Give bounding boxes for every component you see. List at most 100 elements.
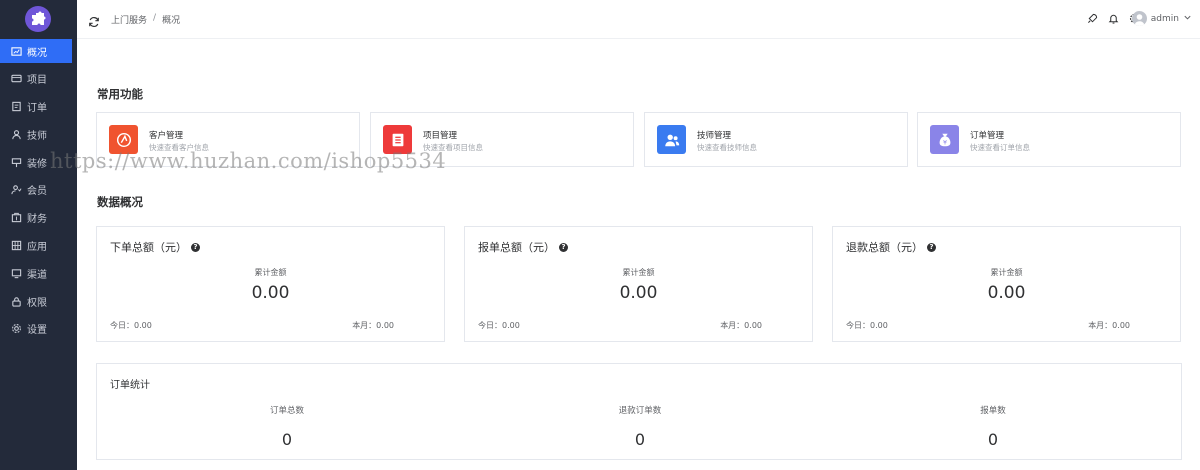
order-icon: [10, 101, 22, 113]
person-icon: [10, 128, 22, 140]
chevron-down-icon: [1183, 13, 1192, 25]
sidebar-item-label: 应用: [27, 242, 47, 254]
stat-card-value: 0.00: [987, 283, 1026, 303]
quick-card-customers[interactable]: 客户管理 快速查看客户信息: [96, 112, 360, 167]
stat-card-month: 本月：0.00: [720, 321, 762, 330]
breadcrumb-item[interactable]: 上门服务: [111, 13, 147, 26]
stat-card-label: 累计金额: [254, 268, 287, 277]
stat-card-value: 0.00: [619, 283, 658, 303]
section-title-common: 常用功能: [97, 87, 143, 101]
stat-card-order-total: 下单总额（元） ? 累计金额 0.00 今日：0.00 本月：0.00: [96, 226, 445, 342]
member-icon: [10, 184, 22, 196]
help-icon[interactable]: ?: [559, 242, 568, 252]
channel-icon: [10, 267, 22, 279]
help-icon[interactable]: ?: [927, 242, 936, 252]
stat-card-title-row: 下单总额（元） ?: [110, 239, 200, 255]
stat-card-value: 0.00: [251, 283, 290, 303]
top-header: 上门服务 / 概况 admin: [77, 0, 1200, 39]
quick-card-title: 技师管理: [697, 131, 732, 141]
quick-card-subtitle: 快速查看技师信息: [697, 143, 757, 152]
sidebar-nav: 概况 项目 订单 技师 装修 会员 财务 应用 渠道 权限 设置: [0, 39, 77, 345]
stat-card-title: 下单总额（元）: [110, 241, 187, 254]
sidebar: 概况 项目 订单 技师 装修 会员 财务 应用 渠道 权限 设置: [0, 0, 77, 470]
stat-card-month: 本月：0.00: [352, 321, 394, 330]
money-bag-icon: ¥: [930, 125, 959, 154]
order-stat-label: 报单数: [980, 406, 1006, 416]
help-icon[interactable]: ?: [191, 242, 200, 252]
stat-card-title-row: 退款总额（元） ?: [846, 239, 936, 255]
finance-icon: [10, 212, 22, 224]
sidebar-item-label: 会员: [27, 186, 47, 198]
quick-card-subtitle: 快速查看订单信息: [970, 143, 1030, 152]
order-stat-total: 订单总数 0: [187, 404, 387, 449]
stat-card-refund-total: 退款总额（元） ? 累计金额 0.00 今日：0.00 本月：0.00: [832, 226, 1181, 342]
quick-card-subtitle: 快速查看项目信息: [423, 143, 483, 152]
customer-icon: [109, 125, 138, 154]
order-stats-card: 订单统计 订单总数 0 退款订单数 0 报单数 0: [96, 363, 1182, 460]
stat-card-today: 今日：0.00: [846, 321, 888, 330]
quick-card-title: 订单管理: [970, 131, 1005, 141]
quick-card-orders[interactable]: ¥ 订单管理 快速查看订单信息: [917, 112, 1181, 167]
sidebar-item-channels[interactable]: 渠道: [0, 261, 77, 285]
sidebar-item-technicians[interactable]: 技师: [0, 122, 77, 146]
stat-card-title: 退款总额（元）: [846, 241, 923, 254]
user-avatar-icon: [1134, 14, 1145, 26]
breadcrumb-current: 概况: [162, 16, 181, 26]
order-stat-refund: 退款订单数 0: [540, 404, 740, 449]
stat-card-report-total: 报单总额（元） ? 累计金额 0.00 今日：0.00 本月：0.00: [464, 226, 813, 342]
section-title-data: 数据概况: [97, 195, 143, 209]
stat-card-today: 今日：0.00: [110, 321, 152, 330]
sidebar-item-label: 概况: [27, 47, 47, 59]
quick-card-technicians[interactable]: 技师管理 快速查看技师信息: [644, 112, 908, 167]
stat-card-label: 累计金额: [990, 268, 1023, 277]
order-stat-label: 退款订单数: [618, 406, 662, 416]
breadcrumb-separator: /: [153, 13, 157, 23]
quick-card-title: 客户管理: [149, 131, 184, 141]
apps-icon: [10, 240, 22, 252]
dashboard-icon: [10, 45, 22, 57]
sidebar-item-decoration[interactable]: 装修: [0, 150, 77, 174]
stat-card-title: 报单总额（元）: [478, 241, 555, 254]
list-icon: [383, 125, 412, 154]
sidebar-item-members[interactable]: 会员: [0, 178, 77, 202]
sidebar-item-orders[interactable]: 订单: [0, 95, 77, 119]
sidebar-item-apps[interactable]: 应用: [0, 234, 77, 258]
sidebar-item-finance[interactable]: 财务: [0, 206, 77, 230]
quick-card-subtitle: 快速查看客户信息: [149, 143, 209, 152]
rocket-icon[interactable]: [1087, 13, 1098, 24]
logo[interactable]: [25, 6, 51, 32]
sidebar-item-permissions[interactable]: 权限: [0, 289, 77, 313]
stat-card-label: 累计金额: [622, 268, 655, 277]
sidebar-item-label: 项目: [27, 75, 47, 87]
username: admin: [1150, 13, 1179, 24]
decorate-icon: [10, 156, 22, 168]
sidebar-item-label: 权限: [27, 297, 47, 309]
card-icon: [10, 73, 22, 85]
sidebar-item-label: 财务: [27, 214, 47, 226]
stat-card-today: 今日：0.00: [478, 321, 520, 330]
refresh-icon[interactable]: [88, 13, 100, 28]
stat-card-month: 本月：0.00: [1088, 321, 1130, 330]
sidebar-item-projects[interactable]: 项目: [0, 67, 77, 91]
order-stats-title: 订单统计: [110, 380, 150, 391]
gear-icon: [10, 323, 22, 335]
sidebar-item-settings[interactable]: 设置: [0, 317, 77, 341]
puzzle-icon: [32, 11, 46, 25]
stat-card-title-row: 报单总额（元） ?: [478, 239, 568, 255]
quick-card-projects[interactable]: 项目管理 快速查看项目信息: [370, 112, 634, 167]
order-stat-value: 0: [987, 430, 999, 449]
bell-icon[interactable]: [1108, 13, 1119, 24]
quick-card-title: 项目管理: [423, 131, 458, 141]
order-stat-value: 0: [634, 430, 646, 449]
avatar: [1131, 11, 1147, 26]
lock-icon: [10, 295, 22, 307]
svg-text:¥: ¥: [942, 139, 946, 146]
order-stat-report: 报单数 0: [893, 404, 1093, 449]
team-icon: [657, 125, 686, 154]
sidebar-item-overview[interactable]: 概况: [0, 39, 72, 63]
order-stat-label: 订单总数: [269, 406, 304, 416]
breadcrumb: 上门服务 / 概况: [111, 13, 180, 26]
sidebar-item-label: 装修: [27, 158, 47, 170]
sidebar-item-label: 技师: [27, 130, 47, 142]
user-menu[interactable]: admin: [1131, 11, 1192, 26]
